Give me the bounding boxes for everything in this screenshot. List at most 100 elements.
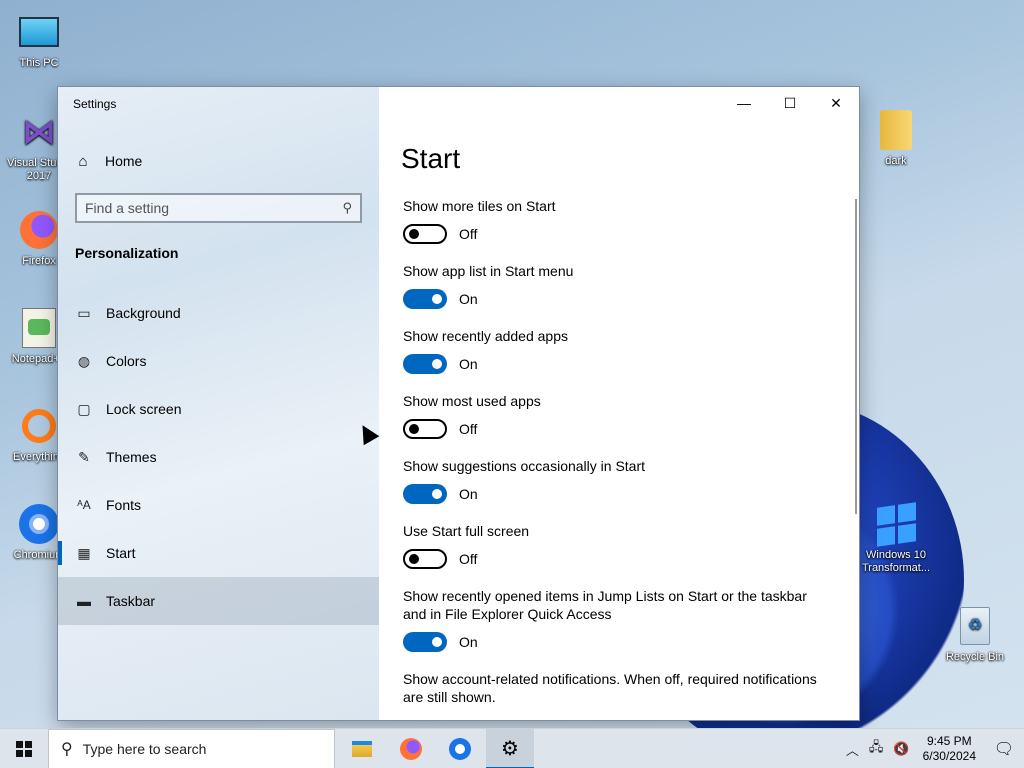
setting-label: Show recently opened items in Jump Lists… (403, 588, 807, 622)
chromium-icon[interactable] (436, 729, 484, 768)
sidebar-item-colors[interactable]: ◍ Colors (58, 337, 379, 385)
close-button[interactable]: ✕ (813, 87, 859, 119)
network-icon[interactable]: 🖧 (869, 738, 884, 760)
firefox-icon[interactable] (387, 729, 435, 768)
setting-suggestions: Show suggestions occasionally in Start O… (403, 457, 833, 509)
section-title: Personalization (75, 245, 179, 261)
desktop-icon-dark-folder[interactable]: dark (861, 108, 931, 168)
folder-icon (874, 108, 918, 152)
most-used-toggle[interactable] (403, 419, 447, 439)
sidebar-item-label: Colors (106, 353, 147, 369)
desktop-icon-label: dark (885, 155, 907, 167)
setting-label: Show recently added apps (403, 328, 568, 344)
search-icon: ⚲ (61, 741, 73, 758)
setting-label: Show more tiles on Start (403, 198, 556, 214)
search-icon (17, 404, 61, 448)
clock[interactable]: 9:45 PM 6/30/2024 (923, 734, 976, 764)
setting-label: Show account-related notifications. When… (403, 671, 817, 705)
recycle-bin-icon: ♻ (953, 604, 997, 648)
windows-logo-icon (16, 741, 32, 757)
home-nav-button[interactable]: ⌂ Home (73, 149, 142, 173)
home-label: Home (105, 153, 143, 169)
desktop-icon-this-pc[interactable]: This PC (4, 10, 74, 70)
sidebar-item-label: Themes (106, 449, 157, 465)
lock-screen-icon: ▢ (77, 400, 91, 417)
setting-label: Use Start full screen (403, 523, 530, 539)
app-list-toggle[interactable] (403, 289, 447, 309)
clock-time: 9:45 PM (926, 734, 972, 748)
taskbar: ⚲ Type here to search ⚙ ︿ 🖧 🔇 9:45 PM 6/… (0, 728, 1024, 768)
picture-icon: ▭ (77, 304, 91, 321)
taskbar-icon: ▬ (77, 593, 91, 609)
sidebar-item-themes[interactable]: ✎ Themes (58, 433, 379, 481)
sidebar-item-label: Lock screen (106, 401, 182, 417)
home-icon: ⌂ (78, 152, 88, 170)
desktop-icon-windows-transformation[interactable]: Windows 10 Transformat... (856, 501, 936, 575)
toggle-state: On (459, 634, 478, 650)
recently-added-toggle[interactable] (403, 354, 447, 374)
more-tiles-toggle[interactable] (403, 224, 447, 244)
title-bar-controls: — ☐ ✕ (721, 87, 859, 119)
setting-recently-added: Show recently added apps On (403, 327, 833, 379)
sidebar-item-label: Start (106, 545, 136, 561)
setting-most-used: Show most used apps Off (403, 392, 833, 444)
personalization-nav-list: ▭ Background ◍ Colors ▢ Lock screen ✎ Th… (58, 289, 379, 625)
setting-label: Show most used apps (403, 393, 541, 409)
toggle-state: Off (459, 551, 478, 567)
search-input[interactable] (85, 200, 343, 216)
desktop-icon-label: This PC (19, 57, 59, 69)
settings-gear-icon[interactable]: ⚙ (486, 729, 534, 768)
toggle-state: Off (459, 421, 478, 437)
brush-icon: ✎ (78, 448, 90, 465)
clock-date: 6/30/2024 (922, 749, 976, 763)
minimize-button[interactable]: — (721, 87, 767, 119)
visual-studio-icon: ⋈ (22, 112, 56, 151)
desktop-icon-recycle-bin[interactable]: ♻ Recycle Bin (940, 604, 1010, 664)
chevron-up-icon[interactable]: ︿ (846, 740, 859, 759)
sidebar-item-lock-screen[interactable]: ▢ Lock screen (58, 385, 379, 433)
toggle-state: On (459, 486, 478, 502)
desktop-icon-label: Windows 10 Transformat... (861, 549, 931, 574)
find-setting-search-box[interactable]: ⚲ (75, 193, 362, 223)
windows-logo-icon (874, 501, 918, 547)
setting-jump-lists: Show recently opened items in Jump Lists… (403, 587, 833, 657)
toggle-state: Off (459, 226, 478, 242)
search-icon[interactable]: ⚲ (342, 200, 352, 216)
firefox-icon (17, 208, 61, 252)
sidebar-item-label: Background (106, 305, 181, 321)
full-screen-toggle[interactable] (403, 549, 447, 569)
setting-label: Show app list in Start menu (403, 263, 574, 279)
setting-label: Show suggestions occasionally in Start (403, 458, 646, 474)
sidebar-item-background[interactable]: ▭ Background (58, 289, 379, 337)
setting-account-notifications: Show account-related notifications. When… (403, 670, 833, 706)
maximize-button[interactable]: ☐ (767, 87, 813, 119)
sidebar-item-taskbar[interactable]: ▬ Taskbar (58, 577, 379, 625)
setting-app-list: Show app list in Start menu On (403, 262, 833, 314)
start-button[interactable] (0, 729, 48, 768)
notifications-icon[interactable]: 🗨 (984, 739, 1024, 759)
suggestions-toggle[interactable] (403, 484, 447, 504)
setting-more-tiles: Show more tiles on Start Off (403, 197, 833, 249)
content-pane: — ☐ ✕ Start Show more tiles on Start Off… (379, 87, 859, 720)
sidebar-item-start[interactable]: ▦ Start (58, 529, 379, 577)
sidebar-item-label: Fonts (106, 497, 142, 513)
volume-muted-icon[interactable]: 🔇 (893, 741, 909, 757)
jump-lists-toggle[interactable] (403, 632, 447, 652)
taskbar-search-placeholder: Type here to search (82, 741, 207, 757)
desktop-icon-label: Chromium (13, 549, 65, 561)
settings-window: Settings ⌂ Home ⚲ Personalization ▭ Back… (58, 87, 859, 720)
page-title: Start (401, 143, 461, 174)
desktop-icon-label: Recycle Bin (945, 651, 1005, 663)
window-title: Settings (73, 97, 117, 111)
sidebar: Settings ⌂ Home ⚲ Personalization ▭ Back… (58, 87, 379, 720)
scrollbar[interactable] (855, 199, 857, 514)
settings-list: Show more tiles on Start Off Show app li… (403, 197, 833, 706)
toggle-state: On (459, 356, 478, 372)
font-icon: ᴬA (77, 498, 91, 512)
taskbar-search-box[interactable]: ⚲ Type here to search (48, 729, 335, 768)
monitor-icon (17, 10, 61, 54)
file-explorer-icon[interactable] (338, 729, 386, 768)
sidebar-item-label: Taskbar (106, 593, 156, 609)
sidebar-item-fonts[interactable]: ᴬA Fonts (58, 481, 379, 529)
notepad-icon (17, 306, 61, 350)
